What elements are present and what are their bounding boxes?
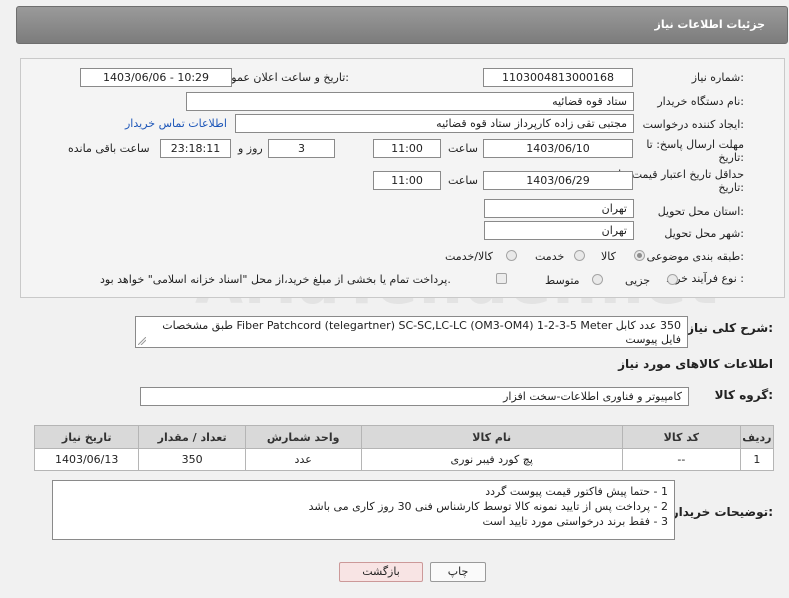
category-option-goods: کالا xyxy=(601,250,616,263)
page-title: جزئیات اطلاعات نیاز xyxy=(654,18,766,31)
goods-table: ردیف کد کالا نام کالا واحد شمارش تعداد /… xyxy=(33,425,775,471)
reply-deadline-time-field: 11:00 xyxy=(373,139,441,158)
price-validity-label: حداقل تاریخ اعتبار قیمت: تا xyxy=(618,168,744,181)
col-item-code: کد کالا xyxy=(621,425,741,449)
price-validity-date-field: 1403/06/29 xyxy=(483,171,633,190)
reply-days-field: 3 xyxy=(268,139,335,158)
cell-unit: عدد xyxy=(244,448,362,471)
cell-row-number: 1 xyxy=(739,448,775,471)
treasury-payment-note: پرداخت تمام یا بخشی از مبلغ خرید،از محل … xyxy=(100,273,451,286)
reply-time-label: ساعت xyxy=(448,142,478,155)
cell-item-name: پچ کورد فیبر نوری xyxy=(360,448,623,471)
buyer-contact-link[interactable]: اطلاعات تماس خریدار xyxy=(125,117,227,130)
category-radio-goods[interactable] xyxy=(634,250,645,261)
table-header-row: ردیف کد کالا نام کالا واحد شمارش تعداد /… xyxy=(33,425,775,449)
col-unit: واحد شمارش xyxy=(244,425,362,449)
price-validity-time-label: ساعت xyxy=(448,174,478,187)
goods-group-label: گروه کالا: xyxy=(714,388,773,402)
description-field: 350 عدد کابل Fiber Patchcord (telegartne… xyxy=(135,316,688,348)
buyer-note-line: 2 - پرداخت پس از تایید نمونه کالا توسط ک… xyxy=(308,500,668,513)
description-text: 350 عدد کابل Fiber Patchcord (telegartne… xyxy=(162,319,681,346)
category-radio-service[interactable] xyxy=(574,250,585,261)
buyer-org-label: نام دستگاه خریدار: xyxy=(657,95,744,108)
need-number-label: شماره نیاز: xyxy=(691,71,744,84)
price-validity-label-2: تاریخ: xyxy=(718,181,744,194)
table-row: 1 -- پچ کورد فیبر نوری عدد 350 1403/06/1… xyxy=(33,448,775,471)
goods-group-field: کامپیوتر و فناوری اطلاعات-سخت افزار xyxy=(140,387,689,406)
province-label: استان محل تحویل: xyxy=(657,205,744,218)
category-radio-both[interactable] xyxy=(506,250,517,261)
reply-deadline-label: مهلت ارسال پاسخ: تا xyxy=(646,138,744,151)
reply-remaining-field: 23:18:11 xyxy=(160,139,231,158)
city-field: تهران xyxy=(484,221,634,240)
reply-remaining-label: ساعت باقی مانده xyxy=(68,142,150,155)
category-label: طبقه بندی موضوعی: xyxy=(646,250,744,263)
city-label: شهر محل تحویل: xyxy=(664,227,744,240)
buyer-org-field: ستاد قوه قضائیه xyxy=(186,92,634,111)
cell-item-code: -- xyxy=(621,448,741,471)
reply-deadline-label-2: تاریخ: xyxy=(718,151,744,164)
cell-quantity: 350 xyxy=(138,448,246,471)
price-validity-time-field: 11:00 xyxy=(373,171,441,190)
announce-datetime-label: تاریخ و ساعت اعلان عمومی: xyxy=(216,71,349,84)
reply-days-label: روز و xyxy=(238,142,263,155)
treasury-payment-checkbox[interactable] xyxy=(496,273,507,284)
buyer-note-line: 3 - فقط برند درخواستی مورد تایید است xyxy=(482,515,668,528)
purchase-radio-minor[interactable] xyxy=(667,274,678,285)
goods-section-title: اطلاعات کالاهای مورد نیاز xyxy=(618,357,773,371)
buyer-notes-field: 1 - حتما پیش فاکتور قیمت پیوست گردد 2 - … xyxy=(52,480,675,540)
col-need-date: تاریخ نیاز xyxy=(33,425,140,449)
announce-datetime-field: 1403/06/06 - 10:29 xyxy=(80,68,232,87)
col-row-number: ردیف xyxy=(739,425,775,449)
col-item-name: نام کالا xyxy=(360,425,623,449)
need-number-field: 1103004813000168 xyxy=(483,68,633,87)
province-field: تهران xyxy=(484,199,634,218)
description-label: شرح کلی نیاز: xyxy=(687,321,773,335)
resize-grip-icon[interactable] xyxy=(138,337,146,345)
category-option-service: خدمت xyxy=(535,250,565,263)
buyer-note-line: 1 - حتما پیش فاکتور قیمت پیوست گردد xyxy=(485,485,668,498)
col-quantity: تعداد / مقدار xyxy=(138,425,246,449)
buyer-notes-label: توضیحات خریدار: xyxy=(671,505,773,519)
page-header: جزئیات اطلاعات نیاز xyxy=(16,6,788,44)
purchase-radio-medium[interactable] xyxy=(592,274,603,285)
requester-field: مجتبی تقی زاده کارپرداز ستاد قوه قضائیه xyxy=(235,114,634,133)
back-button[interactable]: بازگشت xyxy=(339,562,423,582)
requester-label: ایجاد کننده درخواست: xyxy=(642,118,744,131)
print-button[interactable]: چاپ xyxy=(430,562,486,582)
reply-deadline-date-field: 1403/06/10 xyxy=(483,139,633,158)
category-option-both: کالا/خدمت xyxy=(445,250,493,263)
purchase-option-medium: متوسط xyxy=(545,274,580,287)
cell-need-date: 1403/06/13 xyxy=(33,448,140,471)
purchase-option-minor: جزیی xyxy=(625,274,651,287)
